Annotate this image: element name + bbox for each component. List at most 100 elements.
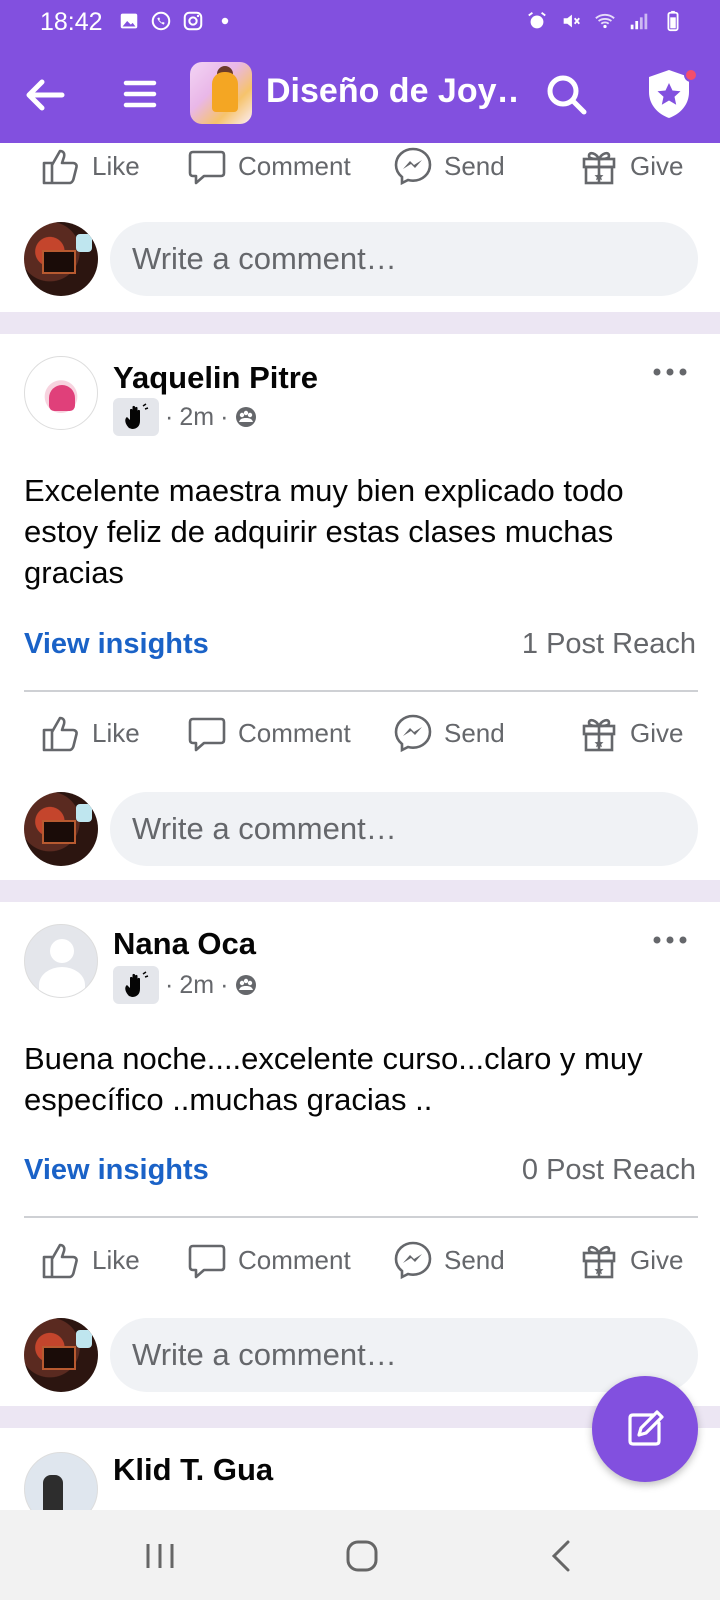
comment-button[interactable]: Comment	[186, 703, 351, 763]
view-insights-link[interactable]: View insights	[24, 1154, 209, 1187]
give-button[interactable]: Give	[578, 703, 683, 763]
instagram-icon	[183, 11, 203, 31]
group-avatar-figure	[212, 72, 238, 112]
whatsapp-icon	[151, 11, 171, 31]
gift-icon	[582, 718, 616, 752]
give-label: Give	[630, 1244, 684, 1275]
group-title[interactable]: Diseño de Joy…	[266, 72, 516, 111]
post-meta: · 2m ·	[113, 398, 258, 436]
send-button[interactable]: Send	[392, 136, 505, 196]
like-label: Like	[92, 1244, 140, 1275]
home-icon[interactable]	[340, 1534, 384, 1578]
back-arrow-icon[interactable]	[22, 72, 68, 118]
author-avatar[interactable]	[24, 356, 98, 430]
dot-icon	[221, 17, 229, 25]
compose-post-button[interactable]	[592, 1376, 698, 1482]
write-comment-input[interactable]: Write a comment…	[110, 792, 698, 866]
like-button[interactable]: Like	[40, 136, 140, 196]
alarm-icon	[528, 12, 546, 29]
status-time: 18:42	[40, 8, 103, 36]
like-icon	[42, 716, 78, 752]
comment-icon	[188, 150, 226, 185]
my-avatar	[24, 1318, 98, 1392]
insights-row: View insights 1 Post Reach	[0, 628, 720, 668]
write-comment-input[interactable]: Write a comment…	[110, 222, 698, 296]
waving-hand-icon	[125, 971, 149, 997]
battery-icon	[667, 10, 679, 32]
separator-line	[24, 690, 698, 692]
author-avatar[interactable]	[24, 924, 98, 998]
send-label: Send	[444, 1244, 505, 1275]
post-divider	[0, 312, 720, 334]
member-badge[interactable]	[113, 398, 159, 436]
post-header: Yaquelin Pitre · 2m ·	[0, 356, 720, 446]
status-bar: 18:42	[0, 0, 720, 44]
waving-hand-icon	[125, 403, 149, 429]
hamburger-menu-icon[interactable]	[120, 74, 160, 114]
meta-separator: ·	[165, 970, 174, 999]
recent-apps-icon[interactable]	[138, 1534, 182, 1578]
send-label: Send	[444, 150, 505, 181]
my-avatar	[24, 222, 98, 296]
meta-separator: ·	[165, 402, 174, 431]
comment-icon	[188, 717, 226, 752]
edit-pencil-icon	[628, 1410, 664, 1446]
like-icon	[42, 1243, 78, 1279]
more-options-icon[interactable]	[650, 928, 690, 952]
like-icon	[42, 149, 78, 185]
send-label: Send	[444, 717, 505, 748]
system-nav-bar	[0, 1510, 720, 1600]
post-meta: · 2m ·	[113, 966, 258, 1004]
group-audience-icon	[236, 407, 257, 427]
more-options-icon[interactable]	[650, 360, 690, 384]
gift-icon	[582, 1245, 616, 1279]
like-label: Like	[92, 717, 140, 748]
write-comment-input[interactable]: Write a comment…	[110, 1318, 698, 1392]
gift-icon	[582, 151, 616, 185]
comment-icon	[188, 1244, 226, 1279]
group-audience-icon	[236, 975, 257, 995]
comment-label: Comment	[238, 717, 351, 748]
separator-line	[24, 1216, 698, 1218]
give-label: Give	[630, 150, 684, 181]
insights-row: View insights 0 Post Reach	[0, 1154, 720, 1194]
my-avatar	[24, 792, 98, 866]
post-time[interactable]: 2m	[179, 971, 214, 1000]
author-name[interactable]: Yaquelin Pitre	[113, 360, 318, 396]
back-icon[interactable]	[540, 1534, 584, 1578]
post-actions: Like Comment Send Give	[0, 1230, 720, 1290]
view-insights-link[interactable]: View insights	[24, 628, 209, 661]
notification-dot	[684, 68, 698, 82]
comment-label: Comment	[238, 1244, 351, 1275]
messenger-icon	[394, 147, 432, 186]
post-header: Nana Oca · 2m ·	[0, 924, 720, 1014]
post-text: Excelente maestra muy bien explicado tod…	[24, 473, 624, 590]
write-comment-row: Write a comment…	[0, 790, 720, 866]
comment-label: Comment	[238, 150, 351, 181]
search-icon[interactable]	[544, 72, 590, 118]
messenger-icon	[394, 1241, 432, 1280]
like-button[interactable]: Like	[40, 703, 140, 763]
comment-button[interactable]: Comment	[186, 136, 351, 196]
wifi-icon	[595, 13, 615, 29]
give-button[interactable]: Give	[578, 136, 683, 196]
messenger-icon	[394, 714, 432, 753]
post-actions-prev: Like Comment Send Give	[0, 136, 720, 196]
mute-icon	[563, 14, 580, 28]
write-comment-row: Write a comment…	[0, 220, 720, 296]
gallery-icon	[120, 13, 138, 29]
group-avatar[interactable]	[190, 62, 252, 124]
like-button[interactable]: Like	[40, 1230, 140, 1290]
give-button[interactable]: Give	[578, 1230, 683, 1290]
post-time[interactable]: 2m	[179, 403, 214, 432]
post-actions: Like Comment Send Give	[0, 703, 720, 763]
send-button[interactable]: Send	[392, 703, 505, 763]
like-label: Like	[92, 150, 140, 181]
send-button[interactable]: Send	[392, 1230, 505, 1290]
member-badge[interactable]	[113, 966, 159, 1004]
comment-button[interactable]: Comment	[186, 1230, 351, 1290]
author-name[interactable]: Nana Oca	[113, 926, 256, 962]
app-bar: Diseño de Joy…	[0, 44, 720, 143]
author-name[interactable]: Klid T. Gua	[113, 1452, 273, 1488]
write-comment-row: Write a comment…	[0, 1316, 720, 1392]
